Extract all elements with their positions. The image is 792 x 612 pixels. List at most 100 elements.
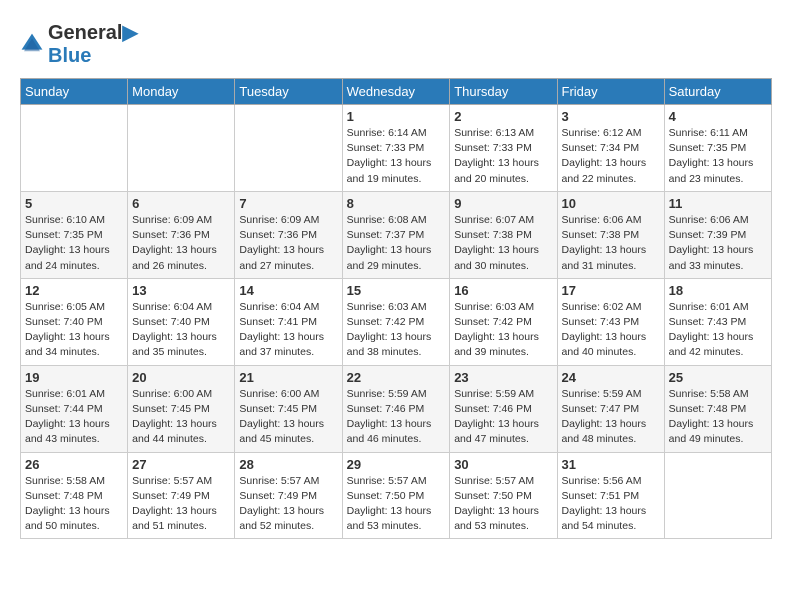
calendar-cell: 9 Sunrise: 6:07 AM Sunset: 7:38 PM Daylig…: [450, 191, 557, 278]
calendar-body: 1 Sunrise: 6:14 AM Sunset: 7:33 PM Daylig…: [21, 105, 772, 539]
day-info: Sunrise: 6:00 AM Sunset: 7:45 PM Dayligh…: [132, 387, 230, 448]
day-number: 19: [25, 370, 123, 385]
calendar-cell: 24 Sunrise: 5:59 AM Sunset: 7:47 PM Dayli…: [557, 365, 664, 452]
day-number: 25: [669, 370, 767, 385]
page-header: General▶ Blue: [20, 20, 772, 68]
week-row-2: 5 Sunrise: 6:10 AM Sunset: 7:35 PM Daylig…: [21, 191, 772, 278]
day-number: 8: [347, 196, 446, 211]
day-info: Sunrise: 6:01 AM Sunset: 7:44 PM Dayligh…: [25, 387, 123, 448]
calendar-cell: 20 Sunrise: 6:00 AM Sunset: 7:45 PM Dayli…: [128, 365, 235, 452]
day-number: 27: [132, 457, 230, 472]
calendar-cell: 14 Sunrise: 6:04 AM Sunset: 7:41 PM Dayli…: [235, 278, 342, 365]
day-number: 21: [239, 370, 337, 385]
calendar-cell: 23Sunrise: 5:59 AM Sunset: 7:46 PM Dayli…: [450, 365, 557, 452]
day-number: 24: [562, 370, 660, 385]
day-number: 28: [239, 457, 337, 472]
day-info: Sunrise: 6:10 AM Sunset: 7:35 PM Dayligh…: [25, 213, 123, 274]
day-info: Sunrise: 5:57 AM Sunset: 7:49 PM Dayligh…: [239, 474, 337, 535]
day-number: 11: [669, 196, 767, 211]
day-info: Sunrise: 6:04 AM Sunset: 7:40 PM Dayligh…: [132, 300, 230, 361]
day-header-tuesday: Tuesday: [235, 79, 342, 105]
logo: General▶ Blue: [20, 20, 138, 68]
day-info: Sunrise: 5:56 AM Sunset: 7:51 PM Dayligh…: [562, 474, 660, 535]
day-number: 13: [132, 283, 230, 298]
day-number: 2: [454, 109, 552, 124]
day-number: 26: [25, 457, 123, 472]
day-header-thursday: Thursday: [450, 79, 557, 105]
calendar-cell: [128, 105, 235, 192]
calendar-table: SundayMondayTuesdayWednesdayThursdayFrid…: [20, 78, 772, 539]
week-row-1: 1 Sunrise: 6:14 AM Sunset: 7:33 PM Daylig…: [21, 105, 772, 192]
calendar-cell: 30Sunrise: 5:57 AM Sunset: 7:50 PM Dayli…: [450, 452, 557, 539]
day-info: Sunrise: 5:58 AM Sunset: 7:48 PM Dayligh…: [25, 474, 123, 535]
day-number: 10: [562, 196, 660, 211]
day-number: 20: [132, 370, 230, 385]
day-number: 4: [669, 109, 767, 124]
day-header-monday: Monday: [128, 79, 235, 105]
day-info: Sunrise: 5:59 AM Sunset: 7:47 PM Dayligh…: [562, 387, 660, 448]
logo-icon: [20, 32, 44, 56]
day-number: 6: [132, 196, 230, 211]
day-info: Sunrise: 5:57 AM Sunset: 7:49 PM Dayligh…: [132, 474, 230, 535]
day-info: Sunrise: 6:08 AM Sunset: 7:37 PM Dayligh…: [347, 213, 446, 274]
calendar-cell: 13 Sunrise: 6:04 AM Sunset: 7:40 PM Dayli…: [128, 278, 235, 365]
day-info: Sunrise: 6:11 AM Sunset: 7:35 PM Dayligh…: [669, 126, 767, 187]
day-number: 5: [25, 196, 123, 211]
day-info: Sunrise: 6:05 AM Sunset: 7:40 PM Dayligh…: [25, 300, 123, 361]
calendar-cell: 28 Sunrise: 5:57 AM Sunset: 7:49 PM Dayli…: [235, 452, 342, 539]
day-info: Sunrise: 6:03 AM Sunset: 7:42 PM Dayligh…: [454, 300, 552, 361]
calendar-cell: 8 Sunrise: 6:08 AM Sunset: 7:37 PM Daylig…: [342, 191, 450, 278]
day-number: 31: [562, 457, 660, 472]
week-row-4: 19 Sunrise: 6:01 AM Sunset: 7:44 PM Dayli…: [21, 365, 772, 452]
calendar-header: SundayMondayTuesdayWednesdayThursdayFrid…: [21, 79, 772, 105]
day-info: Sunrise: 6:14 AM Sunset: 7:33 PM Dayligh…: [347, 126, 446, 187]
calendar-cell: [235, 105, 342, 192]
calendar-cell: 12Sunrise: 6:05 AM Sunset: 7:40 PM Dayli…: [21, 278, 128, 365]
day-info: Sunrise: 6:13 AM Sunset: 7:33 PM Dayligh…: [454, 126, 552, 187]
day-header-saturday: Saturday: [664, 79, 771, 105]
calendar-cell: 25 Sunrise: 5:58 AM Sunset: 7:48 PM Dayli…: [664, 365, 771, 452]
day-info: Sunrise: 6:07 AM Sunset: 7:38 PM Dayligh…: [454, 213, 552, 274]
day-info: Sunrise: 6:09 AM Sunset: 7:36 PM Dayligh…: [132, 213, 230, 274]
day-info: Sunrise: 6:06 AM Sunset: 7:39 PM Dayligh…: [669, 213, 767, 274]
calendar-cell: 31 Sunrise: 5:56 AM Sunset: 7:51 PM Dayli…: [557, 452, 664, 539]
day-info: Sunrise: 6:12 AM Sunset: 7:34 PM Dayligh…: [562, 126, 660, 187]
day-number: 3: [562, 109, 660, 124]
calendar-cell: 3 Sunrise: 6:12 AM Sunset: 7:34 PM Daylig…: [557, 105, 664, 192]
day-number: 14: [239, 283, 337, 298]
calendar-cell: 18 Sunrise: 6:01 AM Sunset: 7:43 PM Dayli…: [664, 278, 771, 365]
day-number: 17: [562, 283, 660, 298]
calendar-cell: 21Sunrise: 6:00 AM Sunset: 7:45 PM Dayli…: [235, 365, 342, 452]
calendar-cell: 7Sunrise: 6:09 AM Sunset: 7:36 PM Daylig…: [235, 191, 342, 278]
calendar-cell: 29 Sunrise: 5:57 AM Sunset: 7:50 PM Dayli…: [342, 452, 450, 539]
day-number: 16: [454, 283, 552, 298]
day-number: 22: [347, 370, 446, 385]
calendar-cell: 26 Sunrise: 5:58 AM Sunset: 7:48 PM Dayli…: [21, 452, 128, 539]
day-info: Sunrise: 6:04 AM Sunset: 7:41 PM Dayligh…: [239, 300, 337, 361]
day-header-sunday: Sunday: [21, 79, 128, 105]
day-number: 15: [347, 283, 446, 298]
calendar-cell: 22 Sunrise: 5:59 AM Sunset: 7:46 PM Dayli…: [342, 365, 450, 452]
day-number: 1: [347, 109, 446, 124]
day-info: Sunrise: 6:01 AM Sunset: 7:43 PM Dayligh…: [669, 300, 767, 361]
day-number: 18: [669, 283, 767, 298]
day-info: Sunrise: 5:57 AM Sunset: 7:50 PM Dayligh…: [347, 474, 446, 535]
day-info: Sunrise: 5:58 AM Sunset: 7:48 PM Dayligh…: [669, 387, 767, 448]
calendar-cell: 4 Sunrise: 6:11 AM Sunset: 7:35 PM Daylig…: [664, 105, 771, 192]
day-number: 7: [239, 196, 337, 211]
calendar-cell: 19 Sunrise: 6:01 AM Sunset: 7:44 PM Dayli…: [21, 365, 128, 452]
calendar-cell: [664, 452, 771, 539]
calendar-cell: 11 Sunrise: 6:06 AM Sunset: 7:39 PM Dayli…: [664, 191, 771, 278]
day-number: 29: [347, 457, 446, 472]
day-info: Sunrise: 6:06 AM Sunset: 7:38 PM Dayligh…: [562, 213, 660, 274]
day-info: Sunrise: 6:03 AM Sunset: 7:42 PM Dayligh…: [347, 300, 446, 361]
calendar-cell: 17Sunrise: 6:02 AM Sunset: 7:43 PM Dayli…: [557, 278, 664, 365]
calendar-cell: 2 Sunrise: 6:13 AM Sunset: 7:33 PM Daylig…: [450, 105, 557, 192]
calendar-cell: 27 Sunrise: 5:57 AM Sunset: 7:49 PM Dayli…: [128, 452, 235, 539]
logo-text: General▶ Blue: [48, 20, 138, 68]
day-info: Sunrise: 5:59 AM Sunset: 7:46 PM Dayligh…: [454, 387, 552, 448]
calendar-cell: 15 Sunrise: 6:03 AM Sunset: 7:42 PM Dayli…: [342, 278, 450, 365]
day-header-friday: Friday: [557, 79, 664, 105]
day-info: Sunrise: 5:59 AM Sunset: 7:46 PM Dayligh…: [347, 387, 446, 448]
day-number: 9: [454, 196, 552, 211]
